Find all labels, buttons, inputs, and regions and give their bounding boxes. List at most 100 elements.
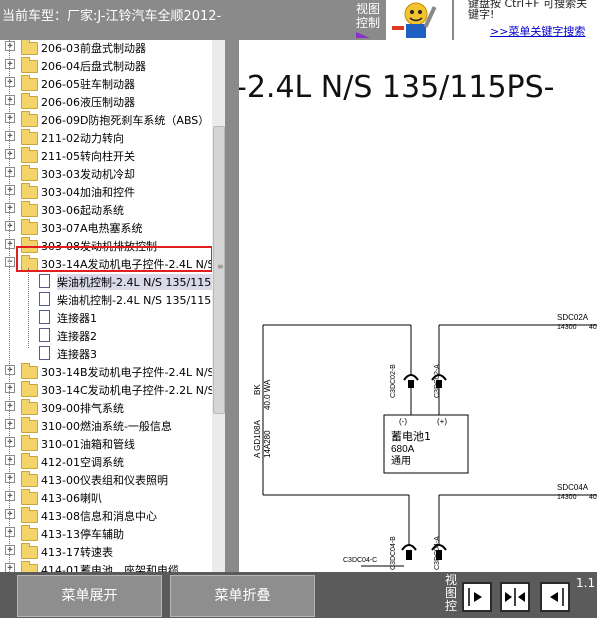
expand-icon[interactable]: +	[5, 437, 15, 447]
footer-page-number: 1.1	[576, 576, 596, 590]
tree-item-label: 310-00燃油系统-一般信息	[41, 420, 172, 433]
tree-item-label: 309-00排气系统	[41, 402, 124, 415]
tree-folder-item[interactable]: +206-09D防抱死刹车系统（ABS）	[0, 109, 212, 127]
pin-c3dc04-b: C3DC04-B	[390, 536, 397, 570]
expand-icon[interactable]: +	[5, 419, 15, 429]
arrow-left-icon	[550, 588, 564, 606]
expand-icon[interactable]: +	[5, 77, 15, 87]
tree-item-label: 412-01空调系统	[41, 456, 124, 469]
tree-item-label: 303-06起动系统	[41, 204, 124, 217]
tree-folder-item[interactable]: +206-04后盘式制动器	[0, 55, 212, 73]
panel-divider[interactable]	[225, 40, 239, 572]
connector-symbol-left	[403, 374, 419, 381]
tree-folder-item[interactable]: +309-00排气系统	[0, 397, 212, 415]
expand-icon[interactable]: +	[5, 365, 15, 375]
wire-size: 40.0 WA	[263, 379, 272, 410]
wire-14a280: 14A280	[263, 430, 272, 458]
expand-icon[interactable]: +	[5, 455, 15, 465]
tree-folder-item[interactable]: +303-06起动系统	[0, 199, 212, 217]
tree-folder-item[interactable]: +303-04加油和控件	[0, 181, 212, 199]
view-right-button[interactable]	[462, 582, 492, 612]
pin-c3dc04-c: C3DC04-C	[343, 557, 377, 564]
tree-item-label: 206-09D防抱死刹车系统（ABS）	[41, 114, 210, 127]
pin-c3dc02-a: C3DC02-A	[434, 364, 441, 398]
tree-folder-item[interactable]: +206-03前盘式制动器	[0, 40, 212, 55]
menu-collapse-button[interactable]: 菜单折叠	[170, 575, 315, 617]
scrollbar-thumb[interactable]: ≡	[213, 126, 225, 414]
expand-icon[interactable]: +	[5, 473, 15, 483]
folder-icon	[21, 93, 38, 109]
tree-folder-item[interactable]: +303-03发动机冷却	[0, 163, 212, 181]
tree-item-label: 连接器3	[57, 348, 97, 361]
folder-icon	[21, 75, 38, 91]
connector-sdc04a: SDC04A	[557, 483, 589, 492]
tree-folder-item[interactable]: +310-00燃油系统-一般信息	[0, 415, 212, 433]
connector-pin-left	[408, 380, 414, 388]
view-arrow-icon[interactable]	[356, 32, 370, 38]
wire-color-bk: BK	[253, 384, 262, 395]
tree-item-label: 连接器2	[57, 330, 97, 343]
folder-icon	[21, 417, 38, 433]
expand-icon[interactable]: +	[5, 509, 15, 519]
expand-icon[interactable]: +	[5, 563, 15, 572]
tree-folder-item[interactable]: +206-05驻车制动器	[0, 73, 212, 91]
tree-scrollbar[interactable]: ≡	[212, 40, 225, 572]
expand-icon[interactable]: +	[5, 59, 15, 69]
tree-folder-item[interactable]: +310-01油箱和管线	[0, 433, 212, 451]
expand-icon[interactable]: +	[5, 239, 15, 249]
folder-icon	[21, 57, 38, 73]
tree-item-label: 413-06喇叭	[41, 492, 102, 505]
tree-folder-item[interactable]: +413-00仪表组和仪表照明	[0, 469, 212, 487]
tree-folder-item[interactable]: +206-06液压制动器	[0, 91, 212, 109]
tree-folder-item[interactable]: +211-05转向柱开关	[0, 145, 212, 163]
view-control-button[interactable]: 视图 控制	[356, 2, 386, 30]
folder-icon	[21, 165, 38, 181]
tree-folder-item[interactable]: +303-14C发动机电子控件-2.2L N/S	[0, 379, 212, 397]
keyword-search-link[interactable]: >>菜单关键字搜索	[490, 26, 585, 37]
search-hint-text: 键盘按 Ctrl+F 可搜索关键字!	[468, 0, 588, 21]
tree-folder-item[interactable]: +413-17转速表	[0, 541, 212, 559]
tree-item-label: 206-04后盘式制动器	[41, 60, 146, 73]
expand-icon[interactable]: +	[5, 401, 15, 411]
tree-folder-item[interactable]: +211-02动力转向	[0, 127, 212, 145]
expand-icon[interactable]: +	[5, 221, 15, 231]
tree-doc-item[interactable]: 柴油机控制-2.4L N/S 135/115PS	[0, 271, 212, 290]
folder-icon	[21, 111, 38, 127]
folder-icon	[21, 525, 38, 541]
header-bar: 当前车型：厂家:J-江铃汽车全顺2012- 视图 控制 键盘按 Ctrl+F 可…	[0, 0, 597, 40]
tree-folder-item[interactable]: +303-07A电热塞系统	[0, 217, 212, 235]
folder-icon	[21, 381, 38, 397]
tree-item-label: 303-03发动机冷却	[41, 168, 135, 181]
collapse-icon[interactable]: −	[5, 257, 15, 267]
tree-folder-item[interactable]: +413-13停车辅助	[0, 523, 212, 541]
tree-folder-item[interactable]: +413-06喇叭	[0, 487, 212, 505]
expand-icon[interactable]: +	[5, 203, 15, 213]
expand-icon[interactable]: +	[5, 131, 15, 141]
folder-icon	[21, 40, 38, 55]
tree-doc-item[interactable]: 连接器1	[0, 307, 212, 325]
view-split-button[interactable]	[500, 582, 530, 612]
tree-doc-item[interactable]: 连接器2	[0, 325, 212, 343]
expand-icon[interactable]: +	[5, 545, 15, 555]
tree-doc-item[interactable]: 连接器3	[0, 343, 212, 361]
expand-icon[interactable]: +	[5, 113, 15, 123]
tree-item-label: 211-02动力转向	[41, 132, 124, 145]
folder-icon	[21, 219, 38, 235]
menu-expand-button[interactable]: 菜单展开	[17, 575, 162, 617]
expand-icon[interactable]: +	[5, 491, 15, 501]
expand-icon[interactable]: +	[5, 149, 15, 159]
tree-folder-item[interactable]: +412-01空调系统	[0, 451, 212, 469]
tree-folder-item[interactable]: +414-01蓄电池、座架和电缆	[0, 559, 212, 572]
expand-icon[interactable]: +	[5, 383, 15, 393]
tree-folder-item[interactable]: +303-14B发动机电子控件-2.4L N/S	[0, 361, 212, 379]
view-left-button[interactable]	[540, 582, 570, 612]
expand-icon[interactable]: +	[5, 167, 15, 177]
expand-icon[interactable]: +	[5, 527, 15, 537]
expand-icon[interactable]: +	[5, 41, 15, 51]
expand-icon[interactable]: +	[5, 185, 15, 195]
tree-item-label: 206-06液压制动器	[41, 96, 135, 109]
tree-doc-item[interactable]: 柴油机控制-2.4L N/S 135/115PS	[0, 289, 212, 307]
expand-icon[interactable]: +	[5, 95, 15, 105]
tree-folder-item[interactable]: +413-08信息和消息中心	[0, 505, 212, 523]
sdc04a-num-2: 40	[589, 494, 597, 501]
